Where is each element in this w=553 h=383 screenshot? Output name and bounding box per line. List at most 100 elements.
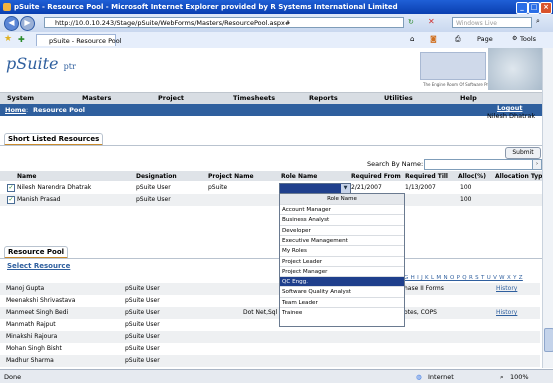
forward-button[interactable]: ▶ <box>20 16 35 31</box>
favorites-star-icon[interactable]: ★ <box>4 34 12 44</box>
row-checkbox[interactable]: ✓ <box>7 184 15 192</box>
status-zone: Internet <box>428 373 454 381</box>
page-header: pSuite ptr The Engine Room Of Software P… <box>0 48 553 90</box>
list-item[interactable]: Manmeet Singh Bedi pSuite User Dot Net,S… <box>0 307 540 319</box>
list-item[interactable]: Minakshi Rajoura pSuite User <box>0 331 540 343</box>
role-dropdown-header: Role Name <box>280 194 404 204</box>
menu-project[interactable]: Project <box>158 94 184 102</box>
search-go-button[interactable]: › <box>532 159 542 170</box>
role-option[interactable]: Executive Management <box>280 234 404 245</box>
alphabet-filter[interactable]: G H I J K L M N O P Q R S T U V W X Y Z <box>404 275 523 281</box>
tab-resource-pool[interactable]: pSuite - Resource Pool <box>36 34 122 46</box>
minimize-button[interactable]: _ <box>516 2 528 14</box>
role-option[interactable]: Trainee <box>280 307 404 317</box>
breadcrumb-separator: : <box>26 106 29 114</box>
go-icon[interactable]: ↻ <box>408 18 414 26</box>
role-dropdown-list[interactable]: Role Name Account Manager Business Analy… <box>279 193 405 327</box>
zoom-icon[interactable]: ⌕ <box>500 373 504 382</box>
page-menu[interactable]: Page <box>477 35 493 43</box>
back-button[interactable]: ◀ <box>4 16 19 31</box>
print-icon[interactable]: ⎙ <box>455 35 461 44</box>
role-option[interactable]: Account Manager <box>280 204 404 214</box>
pool-skills: Dot Net,Sql <box>243 309 278 316</box>
close-button[interactable]: × <box>540 2 552 14</box>
role-option[interactable]: Developer <box>280 224 404 235</box>
vertical-scrollbar[interactable] <box>542 48 553 368</box>
search-icon[interactable]: ⌕ <box>536 17 540 26</box>
pool-name: Minakshi Rajoura <box>6 333 58 340</box>
tab-bar: ★ ✚ pSuite - Resource Pool ⌂ ◙ ⎙ Page ⚙ … <box>0 32 553 49</box>
row-designation: pSuite User <box>136 184 171 191</box>
search-by-name-label: Search By Name: <box>367 160 424 168</box>
address-field[interactable]: http://10.0.10.243/Stage/pSuite/WebForms… <box>44 17 404 28</box>
row-required-from[interactable]: 2/21/2007 <box>351 184 382 191</box>
status-zoom[interactable]: 100% <box>510 373 529 381</box>
select-resource-link[interactable]: Select Resource <box>7 262 70 270</box>
list-item[interactable]: Manmath Rajput pSuite User <box>0 319 540 331</box>
row-name: Nilesh Narendra Dhatrak <box>17 184 92 191</box>
breadcrumb-current: Resource Pool <box>33 106 86 114</box>
menu-masters[interactable]: Masters <box>82 94 111 102</box>
maximize-button[interactable]: □ <box>528 2 540 14</box>
pool-name: Manoj Gupta <box>6 285 45 292</box>
window-title-bar: pSuite - Resource Pool - Microsoft Inter… <box>0 0 553 14</box>
menu-system[interactable]: System <box>7 94 34 102</box>
clock-banner-image <box>488 48 550 90</box>
stop-icon[interactable]: ✕ <box>428 17 435 26</box>
window-title: pSuite - Resource Pool - Microsoft Inter… <box>14 3 398 11</box>
globe-icon: ◍ <box>416 373 422 381</box>
ie-icon <box>3 3 11 11</box>
logout-link[interactable]: Logout <box>497 104 522 112</box>
r-systems-logo: The Engine Room Of Software Products <box>420 52 501 87</box>
shortlisted-table-header: Name Designation Project Name Role Name … <box>0 171 553 181</box>
role-option[interactable]: Project Leader <box>280 255 404 266</box>
row-alloc[interactable]: 100 <box>460 196 471 203</box>
table-row: ✓ Nilesh Narendra Dhatrak pSuite User pS… <box>0 182 553 194</box>
search-by-name-input[interactable] <box>424 159 533 170</box>
breadcrumb: Home : Resource Pool <box>0 104 553 116</box>
status-bar: Done ◍ Internet ⌕ 100% <box>0 369 553 383</box>
list-item[interactable]: Meenakshi Shrivastava pSuite User <box>0 295 540 307</box>
row-name: Manish Prasad <box>17 196 61 203</box>
psuite-logo: pSuite ptr <box>6 54 76 73</box>
row-checkbox[interactable]: ✓ <box>7 196 15 204</box>
pool-name: Manmath Rajput <box>6 321 56 328</box>
row-project: pSuite <box>208 184 228 191</box>
tools-gear-icon[interactable]: ⚙ <box>512 35 517 42</box>
menu-utilities[interactable]: Utilities <box>384 94 413 102</box>
role-option[interactable]: Team Leader <box>280 296 404 307</box>
scrollbar-thumb[interactable] <box>544 328 553 352</box>
breadcrumb-home-link[interactable]: Home <box>5 106 26 114</box>
tools-menu[interactable]: Tools <box>520 35 536 43</box>
list-item[interactable]: Manoj Gupta pSuite User hase II Forms Hi… <box>0 283 540 295</box>
pool-name: Madhur Sharma <box>6 357 54 364</box>
search-input[interactable]: Windows Live <box>452 17 532 28</box>
chevron-down-icon[interactable]: ▼ <box>341 184 350 193</box>
menu-reports[interactable]: Reports <box>309 94 338 102</box>
col-role-name: Role Name <box>281 173 318 180</box>
pool-designation: pSuite User <box>125 357 160 364</box>
submit-button[interactable]: Submit <box>505 147 541 159</box>
list-item[interactable]: Mohan Singh Bisht pSuite User <box>0 343 540 355</box>
role-option[interactable]: My Roles <box>280 245 404 255</box>
menu-timesheets[interactable]: Timesheets <box>233 94 275 102</box>
pool-designation: pSuite User <box>125 345 160 352</box>
add-favorites-icon[interactable]: ✚ <box>18 35 25 44</box>
col-required-till: Required Till <box>405 173 448 180</box>
feeds-icon[interactable]: ◙ <box>430 35 437 43</box>
list-item[interactable]: Madhur Sharma pSuite User <box>0 355 540 367</box>
role-option[interactable]: Project Manager <box>280 265 404 276</box>
menu-help[interactable]: Help <box>460 94 477 102</box>
row-required-till[interactable]: 1/13/2007 <box>405 184 436 191</box>
role-option[interactable]: Software Quality Analyst <box>280 286 404 296</box>
status-text: Done <box>4 373 22 381</box>
role-option-selected[interactable]: QC Engg. <box>280 276 404 287</box>
home-icon[interactable]: ⌂ <box>410 35 414 43</box>
row-alloc[interactable]: 100 <box>460 184 471 191</box>
role-option[interactable]: Business Analyst <box>280 214 404 224</box>
col-required-from: Required From <box>351 173 401 180</box>
history-link[interactable]: History <box>496 309 517 316</box>
history-link[interactable]: History <box>496 285 517 292</box>
section-divider <box>0 258 542 259</box>
pool-designation: pSuite User <box>125 285 160 292</box>
